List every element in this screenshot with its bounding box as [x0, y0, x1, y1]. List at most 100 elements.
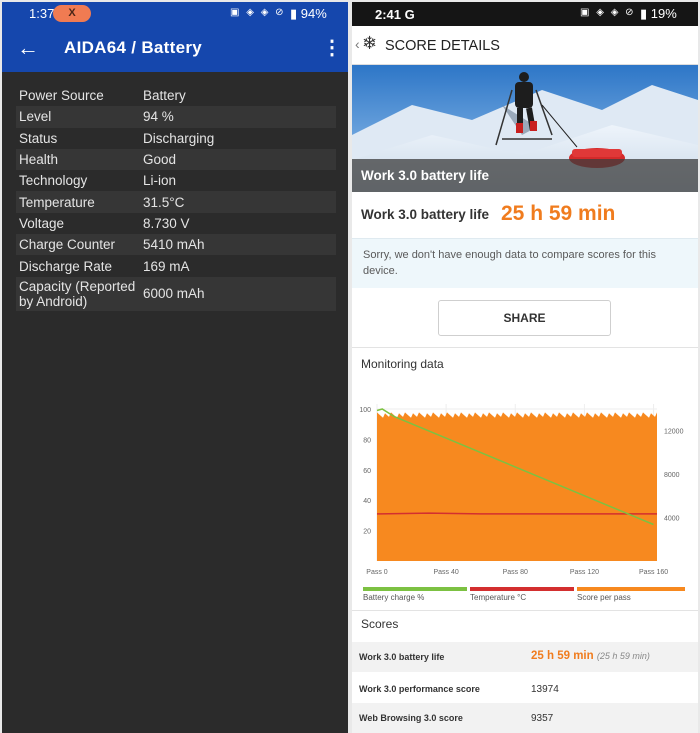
- score-row-label: Web Browsing 3.0 score: [359, 713, 463, 723]
- battery-info-value: Good: [143, 152, 177, 168]
- app-title: AIDA64 / Battery: [64, 38, 203, 57]
- divider: [352, 347, 698, 348]
- monitoring-chart: 20 40 60 80 100 4000 8000 12000 Pass 0 Pass 40 Pas…: [352, 382, 698, 592]
- y-tick-label-left: 20: [363, 529, 371, 536]
- aida64-screen: 1:37 X ▣ ◈ ◈ ⊘ ▮ 94% ← AIDA64 / Battery …: [2, 2, 348, 733]
- score-row-battery-life: Work 3.0 battery life 25 h 59 min (25 h …: [352, 642, 698, 672]
- battery-info-key: Voltage: [19, 215, 65, 231]
- battery-info-value: Li-ion: [143, 173, 177, 189]
- battery-info-list: Power Source Battery Level 94 % Status Discha…: [16, 85, 336, 311]
- battery-info-row: Health Good: [16, 148, 336, 171]
- hero-caption: Work 3.0 battery life: [352, 159, 698, 192]
- score-details-header: ‹ ❄ SCORE DETAILS: [352, 26, 698, 65]
- x-tick-label: Pass 120: [570, 569, 599, 576]
- score-row-value: 25 h 59 min (25 h 59 min): [531, 650, 650, 662]
- y-tick-label-left: 100: [359, 407, 371, 414]
- battery-info-value: 6000 mAh: [143, 286, 205, 302]
- battery-info-row: Capacity (Reported by Android) 6000 mAh: [16, 276, 336, 311]
- notification-pill: X: [53, 5, 91, 22]
- back-chevron-icon[interactable]: ‹: [355, 36, 360, 52]
- battery-info-row: Charge Counter 5410 mAh: [16, 234, 336, 256]
- status-battery-text: 19%: [650, 6, 677, 21]
- back-arrow-icon[interactable]: ←: [17, 35, 39, 61]
- hero-image: Work 3.0 battery life: [352, 65, 698, 192]
- battery-info-row: Technology Li-ion: [16, 170, 336, 191]
- y-tick-label-right: 8000: [664, 472, 680, 479]
- battery-info-key: Discharge Rate: [19, 258, 113, 274]
- x-tick-label: Pass 0: [366, 569, 388, 576]
- battery-info-key: Health: [19, 152, 59, 168]
- battery-info-value: 31.5°C: [143, 194, 185, 210]
- x-tick-label: Pass 160: [639, 569, 668, 576]
- monitoring-title: Monitoring data: [361, 357, 444, 371]
- score-label: Work 3.0 battery life: [361, 207, 490, 222]
- compare-note: Sorry, we don't have enough data to comp…: [352, 238, 698, 288]
- score-per-pass-area: [377, 412, 657, 561]
- score-value: 25 h 59 min: [501, 202, 616, 225]
- battery-info-row: Power Source Battery: [16, 85, 336, 106]
- y-tick-label-right: 12000: [664, 429, 684, 436]
- battery-info-key: Power Source: [19, 88, 104, 104]
- legend-label-score: Score per pass: [577, 593, 631, 602]
- battery-info-row: Discharge Rate 169 mA: [16, 255, 336, 276]
- battery-info-row: Voltage 8.730 V: [16, 213, 336, 234]
- battery-info-row: Level 94 %: [16, 106, 336, 128]
- battery-icon: ▮: [290, 6, 298, 21]
- y-tick-label-left: 40: [363, 498, 371, 505]
- battery-info-row: Temperature 31.5°C: [16, 191, 336, 213]
- legend-label-battery: Battery charge %: [363, 593, 425, 602]
- battery-info-value: 94 %: [143, 109, 174, 125]
- score-row-performance: Work 3.0 performance score 13974: [352, 674, 698, 704]
- legend-label-temperature: Temperature °C: [470, 593, 527, 602]
- battery-info-key: Temperature: [19, 194, 95, 210]
- legend-swatch-battery: [363, 587, 467, 591]
- battery-info-row: Status Discharging: [16, 128, 336, 149]
- battery-info-key: Status: [19, 130, 58, 146]
- legend-swatch-temperature: [470, 587, 574, 591]
- battery-icon: ▮: [640, 6, 648, 21]
- temperature-line: [376, 512, 657, 515]
- status-battery: ▮ 19%: [640, 6, 677, 22]
- score-row-web-browsing: Web Browsing 3.0 score 9357: [352, 703, 698, 733]
- more-options-icon[interactable]: ⋮: [322, 35, 342, 60]
- hero-caption-text: Work 3.0 battery life: [361, 168, 490, 183]
- status-time: 2:41 G: [375, 7, 415, 22]
- battery-info-value: Battery: [143, 88, 186, 104]
- score-row-value: 9357: [531, 713, 554, 724]
- monitoring-chart-svg: 20 40 60 80 100 4000 8000 12000 Pass 0 Pass 40 Pas…: [359, 404, 684, 576]
- scores-title: Scores: [361, 617, 399, 631]
- page-title: SCORE DETAILS: [385, 38, 500, 54]
- snowflake-logo-icon: ❄: [362, 33, 378, 53]
- y-tick-label-left: 60: [363, 468, 371, 475]
- battery-info-key: Technology: [19, 173, 88, 189]
- legend-battery: Battery charge %: [363, 587, 467, 602]
- y-tick-label-right: 4000: [664, 516, 680, 523]
- legend-swatch-score: [577, 587, 685, 591]
- status-time: 1:37: [29, 6, 55, 21]
- battery-info-key: Charge Counter: [19, 237, 116, 253]
- battery-info-value: 8.730 V: [143, 215, 190, 231]
- battery-info-key: Level: [19, 109, 52, 125]
- score-row-value: 13974: [531, 684, 559, 695]
- legend-temperature: Temperature °C: [470, 587, 574, 602]
- battery-info-value: 169 mA: [143, 258, 190, 274]
- status-icons: ▣ ◈ ◈ ⊘: [580, 7, 636, 18]
- app-bar: ← AIDA64 / Battery ⋮: [2, 26, 348, 72]
- share-button[interactable]: SHARE: [438, 300, 611, 336]
- score-row-label: Work 3.0 battery life: [359, 652, 445, 662]
- pcmark-screen: 2:41 G ▣ ◈ ◈ ⊘ ▮ 19% ‹ ❄ SCORE DETAILS W…: [352, 2, 698, 733]
- compare-note-text: Sorry, we don't have enough data to comp…: [363, 249, 656, 277]
- battery-info-value: 5410 mAh: [143, 237, 205, 253]
- status-icons: ▣ ◈ ◈ ⊘: [230, 7, 286, 18]
- legend-score: Score per pass: [577, 587, 685, 602]
- x-tick-label: Pass 40: [433, 569, 458, 576]
- battery-info-value: Discharging: [143, 130, 215, 146]
- x-tick-label: Pass 80: [503, 569, 528, 576]
- status-bar: 2:41 G ▣ ◈ ◈ ⊘ ▮ 19%: [352, 2, 698, 26]
- status-bar: 1:37 X ▣ ◈ ◈ ⊘ ▮ 94%: [2, 2, 348, 26]
- status-battery: ▮ 94%: [290, 6, 327, 22]
- y-tick-label-left: 80: [363, 437, 371, 444]
- score-row-label: Work 3.0 performance score: [359, 684, 480, 694]
- divider: [352, 610, 698, 611]
- battery-info-key: Capacity (Reported by Android): [19, 278, 136, 309]
